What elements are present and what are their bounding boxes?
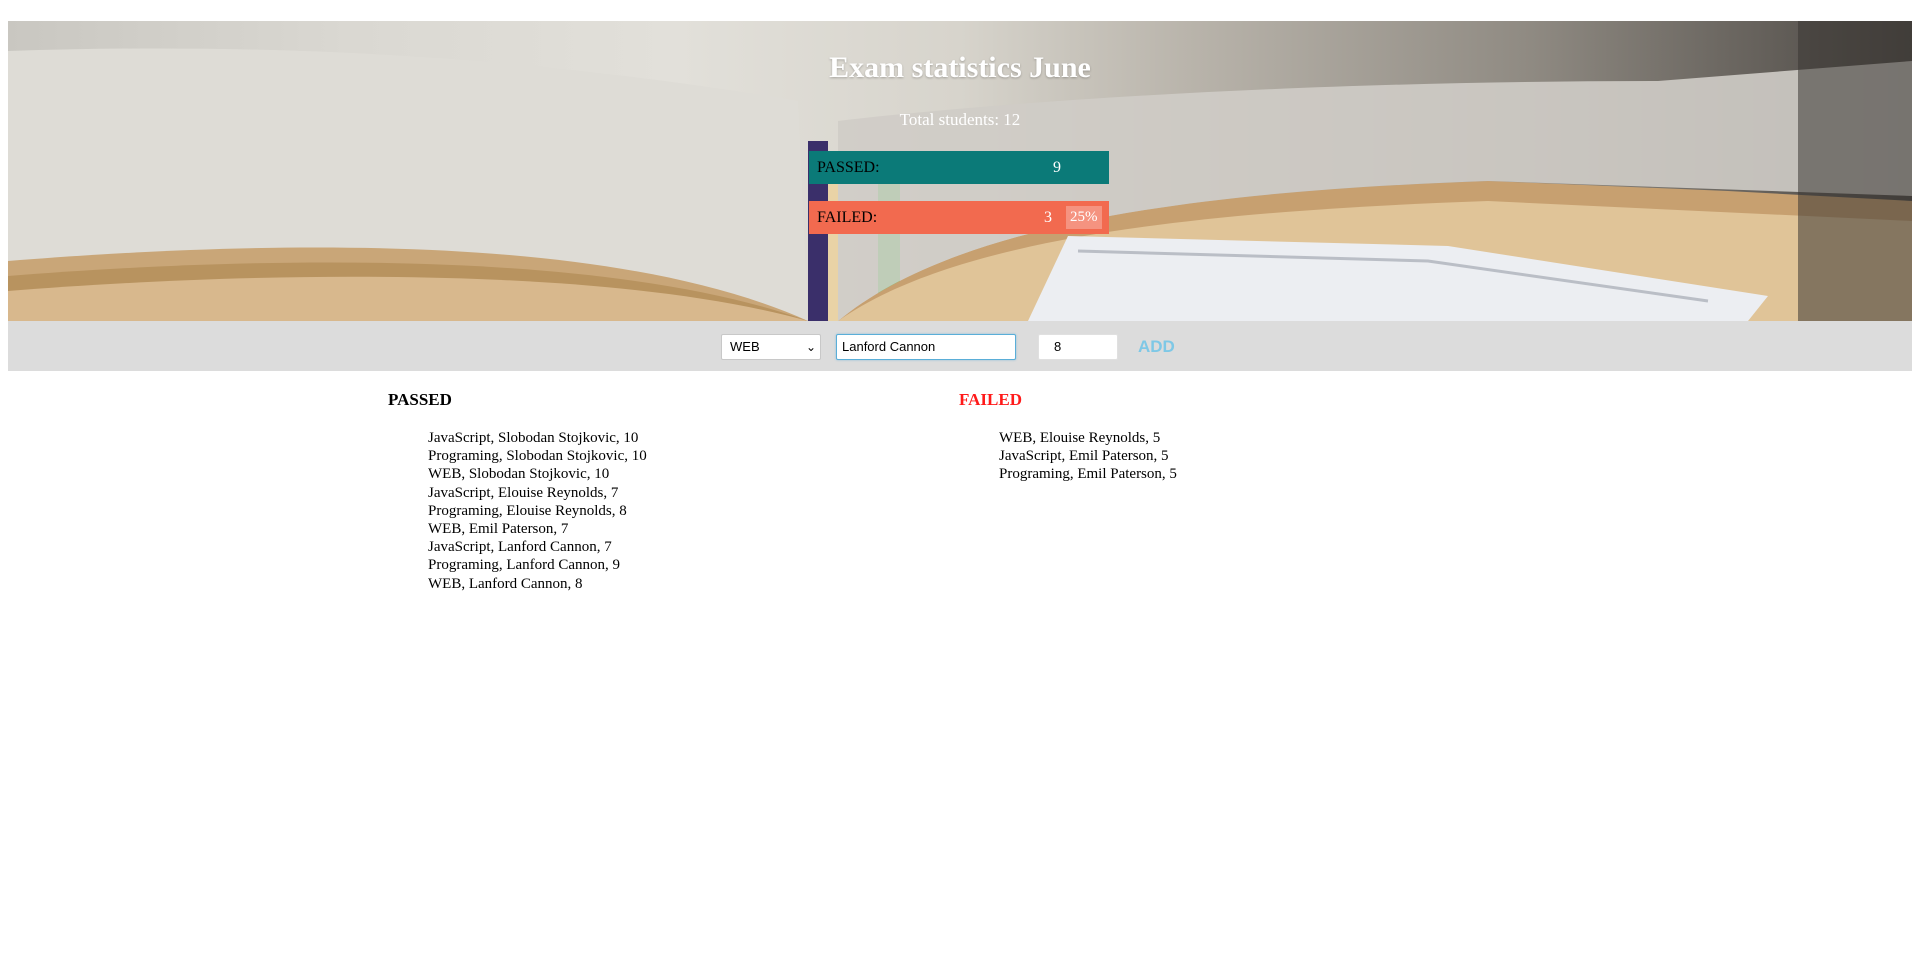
list-item: WEB, Emil Paterson, 7 (428, 521, 569, 538)
add-button[interactable]: ADD (1138, 334, 1175, 360)
failed-column: FAILED WEB, Elouise Reynolds, 5 JavaScri… (959, 390, 1177, 484)
list-item: WEB, Lanford Cannon, 8 (428, 575, 583, 592)
list-item: JavaScript, Lanford Cannon, 7 (428, 539, 612, 556)
passed-column: PASSED JavaScript, Slobodan Stojkovic, 1… (388, 390, 647, 593)
list-item: WEB, Elouise Reynolds, 5 (999, 430, 1161, 446)
list-item: JavaScript, Elouise Reynolds, 7 (428, 484, 619, 501)
list-item: JavaScript, Emil Paterson, 5 (999, 448, 1169, 465)
page: Exam statistics June Total students: 12 … (0, 0, 1919, 969)
failed-stat-bar: FAILED: 3 25% (809, 201, 1109, 234)
list-item: Programing, Emil Paterson, 5 (999, 466, 1177, 483)
subject-select[interactable]: WEB ⌄ (721, 334, 821, 360)
failed-stat-count: 3 (1044, 208, 1052, 226)
failed-heading: FAILED (959, 390, 1022, 409)
list-item: Programing, Slobodan Stojkovic, 10 (428, 448, 647, 465)
passed-stat-bar: PASSED: 9 (809, 151, 1109, 184)
list-item: Programing, Elouise Reynolds, 8 (428, 502, 627, 519)
total-students: Total students: 12 (899, 110, 1021, 129)
list-item: WEB, Slobodan Stojkovic, 10 (428, 466, 610, 483)
list-item: JavaScript, Slobodan Stojkovic, 10 (428, 430, 639, 446)
hero-banner: Exam statistics June Total students: 12 … (8, 21, 1912, 321)
passed-heading: PASSED (388, 390, 452, 409)
passed-stat-count: 9 (1053, 158, 1061, 176)
chevron-down-icon: ⌄ (805, 340, 816, 354)
passed-list: JavaScript, Slobodan Stojkovic, 10 Progr… (428, 429, 647, 593)
student-name-input[interactable]: Lanford Cannon (836, 334, 1016, 360)
failed-stat-label: FAILED: (817, 208, 878, 226)
subject-select-value: WEB (730, 339, 760, 354)
list-item: Programing, Lanford Cannon, 9 (428, 557, 621, 574)
passed-stat-label: PASSED: (817, 158, 880, 176)
add-result-form: WEB ⌄ Lanford Cannon 8 ADD (8, 321, 1912, 371)
failed-stat-percent: 25% (1066, 206, 1102, 229)
grade-input[interactable]: 8 (1038, 334, 1118, 360)
page-title: Exam statistics June (829, 51, 1091, 84)
failed-list: WEB, Elouise Reynolds, 5 JavaScript, Emi… (999, 429, 1177, 484)
